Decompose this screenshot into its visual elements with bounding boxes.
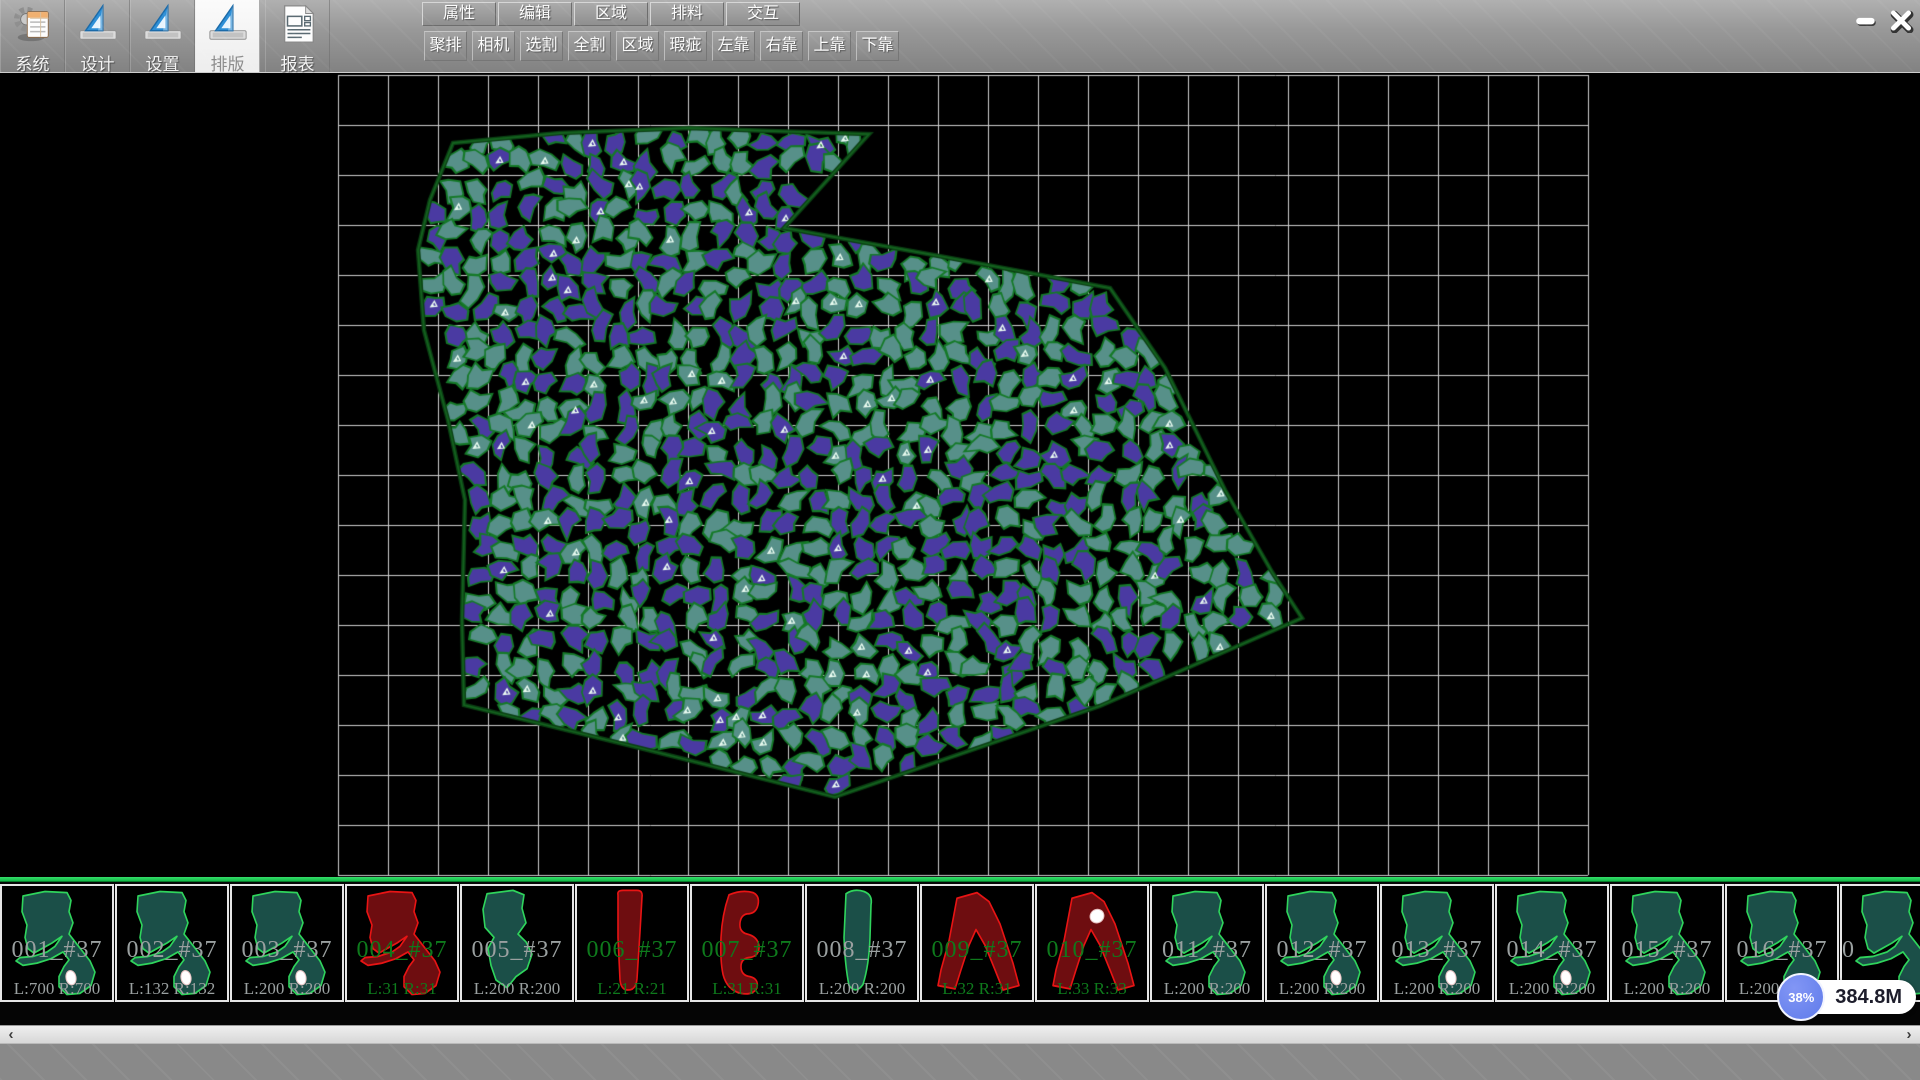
app-window: 系统设计设置排版报表 属性编辑区域排料交互 聚排相机选割全割区域瑕疵左靠右靠上靠…	[0, 0, 1920, 1080]
piece-shape	[122, 887, 222, 999]
nav-label: 设置	[146, 50, 180, 75]
percent-circle[interactable]: 38%	[1777, 973, 1825, 1021]
tool-button-2[interactable]: 相机	[472, 31, 515, 61]
piece-tile-12[interactable]: 012_#37L:200 R:200	[1265, 884, 1379, 1002]
close-button[interactable]	[1885, 4, 1917, 35]
nav-layout-button[interactable]: 排版	[195, 0, 260, 72]
piece-shape	[1042, 887, 1142, 999]
memory-value: 384.8M	[1835, 986, 1902, 1009]
memory-pill: 384.8M 38%	[1793, 980, 1916, 1014]
menu-tab-5[interactable]: 交互	[726, 2, 800, 26]
design-icon	[77, 3, 119, 50]
percent-value: 38%	[1788, 990, 1814, 1005]
piece-tile-5[interactable]: 005_#37L:200 R:200	[460, 884, 574, 1002]
status-bar	[0, 1043, 1920, 1080]
tool-button-5[interactable]: 区域	[616, 31, 659, 61]
piece-tile-6[interactable]: 006_#37L:21 R:21	[575, 884, 689, 1002]
report-icon	[277, 3, 319, 50]
settings-icon	[142, 3, 184, 50]
tool-button-3[interactable]: 选割	[520, 31, 563, 61]
nav-report-button[interactable]: 报表	[265, 0, 330, 72]
menu-tab-1[interactable]: 属性	[422, 2, 496, 26]
piece-shape	[1387, 887, 1487, 999]
menu-tab-3[interactable]: 区域	[574, 2, 648, 26]
tool-button-4[interactable]: 全割	[568, 31, 611, 61]
horizontal-scrollbar[interactable]: ‹ ›	[0, 1025, 1920, 1043]
tool-button-bar: 聚排相机选割全割区域瑕疵左靠右靠上靠下靠	[424, 31, 899, 61]
piece-tile-15[interactable]: 015_#37L:200 R:200	[1610, 884, 1724, 1002]
scroll-left-icon[interactable]: ‹	[0, 1026, 22, 1044]
layout-icon	[207, 3, 249, 50]
menu-tab-4[interactable]: 排料	[650, 2, 724, 26]
piece-tile-14[interactable]: 014_#37L:200 R:200	[1495, 884, 1609, 1002]
piece-shape	[812, 887, 912, 999]
nav-design-button[interactable]: 设计	[65, 0, 130, 72]
piece-shape	[237, 887, 337, 999]
nav-label: 排版	[211, 50, 245, 75]
piece-tile-10[interactable]: 010_#37L:33 R:33	[1035, 884, 1149, 1002]
piece-shape	[352, 887, 452, 999]
menu-tab-bar: 属性编辑区域排料交互	[422, 2, 800, 26]
nav-label: 报表	[281, 50, 315, 75]
nav-settings-button[interactable]: 设置	[130, 0, 195, 72]
piece-tile-7[interactable]: 007_#37L:31 R:31	[690, 884, 804, 1002]
piece-tile-2[interactable]: 002_#37L:132 R:132	[115, 884, 229, 1002]
piece-tile-8[interactable]: 008_#37L:200 R:200	[805, 884, 919, 1002]
system-icon	[12, 3, 54, 50]
nav-system-button[interactable]: 系统	[0, 0, 65, 72]
piece-shape	[582, 887, 682, 999]
main-nav: 系统 设计 设置 排版 报表	[0, 0, 330, 72]
piece-tile-3[interactable]: 003_#37L:200 R:200	[230, 884, 344, 1002]
tool-button-8[interactable]: 右靠	[760, 31, 803, 61]
piece-shape	[1617, 887, 1717, 999]
scroll-right-icon[interactable]: ›	[1898, 1026, 1920, 1044]
nav-label: 系统	[16, 50, 50, 75]
piece-shape	[1272, 887, 1372, 999]
piece-shape	[1157, 887, 1257, 999]
piece-shape	[7, 887, 107, 999]
menu-tab-2[interactable]: 编辑	[498, 2, 572, 26]
minimize-icon	[1853, 7, 1879, 33]
piece-tile-13[interactable]: 013_#37L:200 R:200	[1380, 884, 1494, 1002]
titlebar: 系统设计设置排版报表 属性编辑区域排料交互 聚排相机选割全割区域瑕疵左靠右靠上靠…	[0, 0, 1920, 73]
memory-badge[interactable]: 384.8M 38%	[1793, 980, 1916, 1014]
piece-tile-11[interactable]: 011_#37L:200 R:200	[1150, 884, 1264, 1002]
tool-button-7[interactable]: 左靠	[712, 31, 755, 61]
close-icon	[1888, 7, 1914, 33]
piece-tile-1[interactable]: 001_#37L:700 R:700	[0, 884, 114, 1002]
piece-tile-4[interactable]: 004_#37L:31 R:31	[345, 884, 459, 1002]
nav-label: 设计	[81, 50, 115, 75]
piece-tile-9[interactable]: 009_#37L:32 R:31	[920, 884, 1034, 1002]
minimize-button[interactable]	[1850, 4, 1882, 35]
piece-shape	[697, 887, 797, 999]
window-controls	[1850, 4, 1917, 35]
piece-tiles: 001_#37L:700 R:700002_#37L:132 R:132003_…	[0, 882, 1920, 1004]
piece-shape	[467, 887, 567, 999]
piece-shape	[927, 887, 1027, 999]
piece-thumbnail-strip: 001_#37L:700 R:700002_#37L:132 R:132003_…	[0, 877, 1920, 1025]
tool-button-6[interactable]: 瑕疵	[664, 31, 707, 61]
tool-button-10[interactable]: 下靠	[856, 31, 899, 61]
tool-button-1[interactable]: 聚排	[424, 31, 467, 61]
tool-button-9[interactable]: 上靠	[808, 31, 851, 61]
piece-shape	[1502, 887, 1602, 999]
